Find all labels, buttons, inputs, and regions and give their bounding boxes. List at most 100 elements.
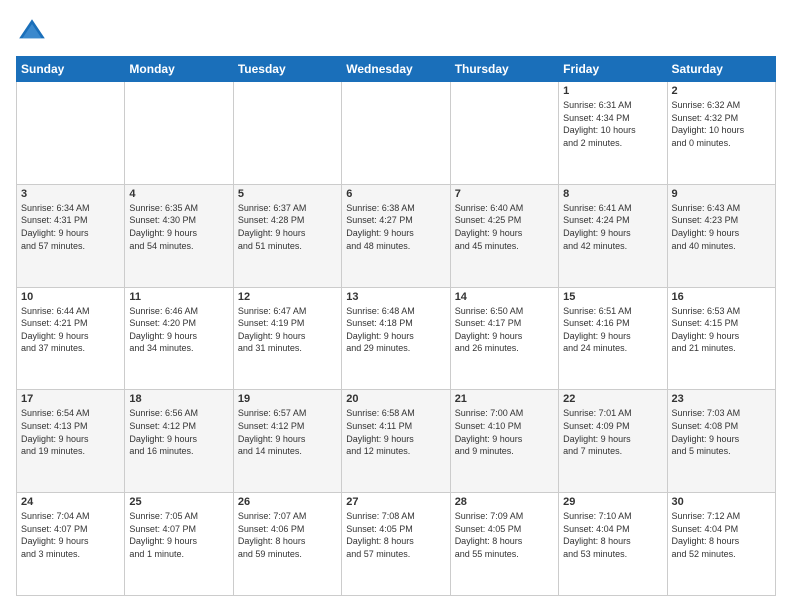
calendar-header-sunday: Sunday	[17, 57, 125, 82]
day-number: 6	[346, 188, 445, 200]
calendar-day: 1 Sunrise: 6:31 AM Sunset: 4:34 PM Daylig…	[559, 82, 667, 185]
day-number: 14	[455, 291, 554, 303]
logo	[16, 16, 52, 48]
day-info: Sunrise: 7:04 AM Sunset: 4:07 PM Dayligh…	[21, 510, 120, 560]
header	[16, 16, 776, 48]
day-number: 28	[455, 496, 554, 508]
calendar-week-5: 24 Sunrise: 7:04 AM Sunset: 4:07 PM Dayli…	[17, 493, 776, 596]
day-info: Sunrise: 7:05 AM Sunset: 4:07 PM Dayligh…	[129, 510, 228, 560]
calendar-day: 30Sunrise: 7:12 AM Sunset: 4:04 PM Dayli…	[667, 493, 775, 596]
day-number: 18	[129, 393, 228, 405]
day-number: 27	[346, 496, 445, 508]
day-info: Sunrise: 6:37 AM Sunset: 4:28 PM Dayligh…	[238, 202, 337, 252]
day-number: 10	[21, 291, 120, 303]
calendar-day: 22 Sunrise: 7:01 AM Sunset: 4:09 PM Dayli…	[559, 390, 667, 493]
day-number: 13	[346, 291, 445, 303]
day-info: Sunrise: 6:35 AM Sunset: 4:30 PM Dayligh…	[129, 202, 228, 252]
page: SundayMondayTuesdayWednesdayThursdayFrid…	[0, 0, 792, 612]
calendar-table: SundayMondayTuesdayWednesdayThursdayFrid…	[16, 56, 776, 596]
calendar-day: 19Sunrise: 6:57 AM Sunset: 4:12 PM Dayli…	[233, 390, 341, 493]
calendar-day: 3Sunrise: 6:34 AM Sunset: 4:31 PM Daylig…	[17, 184, 125, 287]
day-info: Sunrise: 6:57 AM Sunset: 4:12 PM Dayligh…	[238, 407, 337, 457]
calendar-day	[233, 82, 341, 185]
calendar-day: 20 Sunrise: 6:58 AM Sunset: 4:11 PM Dayli…	[342, 390, 450, 493]
day-info: Sunrise: 7:03 AM Sunset: 4:08 PM Dayligh…	[672, 407, 771, 457]
calendar-day: 8 Sunrise: 6:41 AM Sunset: 4:24 PM Daylig…	[559, 184, 667, 287]
calendar-day: 23 Sunrise: 7:03 AM Sunset: 4:08 PM Dayli…	[667, 390, 775, 493]
day-info: Sunrise: 6:31 AM Sunset: 4:34 PM Dayligh…	[563, 99, 662, 149]
day-number: 22	[563, 393, 662, 405]
day-number: 20	[346, 393, 445, 405]
day-number: 26	[238, 496, 337, 508]
day-info: Sunrise: 6:38 AM Sunset: 4:27 PM Dayligh…	[346, 202, 445, 252]
day-number: 12	[238, 291, 337, 303]
calendar-header-monday: Monday	[125, 57, 233, 82]
calendar-day: 2 Sunrise: 6:32 AM Sunset: 4:32 PM Daylig…	[667, 82, 775, 185]
calendar-day: 13 Sunrise: 6:48 AM Sunset: 4:18 PM Dayli…	[342, 287, 450, 390]
day-info: Sunrise: 6:44 AM Sunset: 4:21 PM Dayligh…	[21, 305, 120, 355]
calendar-day: 6 Sunrise: 6:38 AM Sunset: 4:27 PM Daylig…	[342, 184, 450, 287]
calendar-day: 28 Sunrise: 7:09 AM Sunset: 4:05 PM Dayli…	[450, 493, 558, 596]
calendar-day: 25 Sunrise: 7:05 AM Sunset: 4:07 PM Dayli…	[125, 493, 233, 596]
calendar-day: 7Sunrise: 6:40 AM Sunset: 4:25 PM Daylig…	[450, 184, 558, 287]
day-number: 1	[563, 85, 662, 97]
day-info: Sunrise: 6:32 AM Sunset: 4:32 PM Dayligh…	[672, 99, 771, 149]
day-info: Sunrise: 6:56 AM Sunset: 4:12 PM Dayligh…	[129, 407, 228, 457]
calendar-header-row: SundayMondayTuesdayWednesdayThursdayFrid…	[17, 57, 776, 82]
day-info: Sunrise: 6:48 AM Sunset: 4:18 PM Dayligh…	[346, 305, 445, 355]
calendar-day: 26Sunrise: 7:07 AM Sunset: 4:06 PM Dayli…	[233, 493, 341, 596]
calendar-day: 21Sunrise: 7:00 AM Sunset: 4:10 PM Dayli…	[450, 390, 558, 493]
logo-icon	[16, 16, 48, 48]
calendar-day: 17 Sunrise: 6:54 AM Sunset: 4:13 PM Dayli…	[17, 390, 125, 493]
calendar-day: 4 Sunrise: 6:35 AM Sunset: 4:30 PM Daylig…	[125, 184, 233, 287]
day-info: Sunrise: 7:01 AM Sunset: 4:09 PM Dayligh…	[563, 407, 662, 457]
day-info: Sunrise: 6:41 AM Sunset: 4:24 PM Dayligh…	[563, 202, 662, 252]
calendar-day: 14 Sunrise: 6:50 AM Sunset: 4:17 PM Dayli…	[450, 287, 558, 390]
day-number: 4	[129, 188, 228, 200]
calendar-day: 27 Sunrise: 7:08 AM Sunset: 4:05 PM Dayli…	[342, 493, 450, 596]
day-info: Sunrise: 6:53 AM Sunset: 4:15 PM Dayligh…	[672, 305, 771, 355]
day-number: 11	[129, 291, 228, 303]
calendar-day: 10 Sunrise: 6:44 AM Sunset: 4:21 PM Dayli…	[17, 287, 125, 390]
calendar-day: 16Sunrise: 6:53 AM Sunset: 4:15 PM Dayli…	[667, 287, 775, 390]
day-number: 25	[129, 496, 228, 508]
day-number: 8	[563, 188, 662, 200]
day-number: 30	[672, 496, 771, 508]
day-number: 15	[563, 291, 662, 303]
day-info: Sunrise: 6:51 AM Sunset: 4:16 PM Dayligh…	[563, 305, 662, 355]
calendar-header-wednesday: Wednesday	[342, 57, 450, 82]
day-number: 21	[455, 393, 554, 405]
calendar-day: 11 Sunrise: 6:46 AM Sunset: 4:20 PM Dayli…	[125, 287, 233, 390]
calendar-week-2: 3Sunrise: 6:34 AM Sunset: 4:31 PM Daylig…	[17, 184, 776, 287]
day-info: Sunrise: 6:43 AM Sunset: 4:23 PM Dayligh…	[672, 202, 771, 252]
day-info: Sunrise: 6:58 AM Sunset: 4:11 PM Dayligh…	[346, 407, 445, 457]
day-info: Sunrise: 6:40 AM Sunset: 4:25 PM Dayligh…	[455, 202, 554, 252]
calendar-day	[342, 82, 450, 185]
day-info: Sunrise: 7:08 AM Sunset: 4:05 PM Dayligh…	[346, 510, 445, 560]
day-number: 23	[672, 393, 771, 405]
day-info: Sunrise: 7:09 AM Sunset: 4:05 PM Dayligh…	[455, 510, 554, 560]
calendar-week-1: 1 Sunrise: 6:31 AM Sunset: 4:34 PM Daylig…	[17, 82, 776, 185]
day-info: Sunrise: 7:10 AM Sunset: 4:04 PM Dayligh…	[563, 510, 662, 560]
calendar-day: 15 Sunrise: 6:51 AM Sunset: 4:16 PM Dayli…	[559, 287, 667, 390]
day-number: 3	[21, 188, 120, 200]
calendar-day: 5 Sunrise: 6:37 AM Sunset: 4:28 PM Daylig…	[233, 184, 341, 287]
calendar-header-saturday: Saturday	[667, 57, 775, 82]
calendar-day: 24 Sunrise: 7:04 AM Sunset: 4:07 PM Dayli…	[17, 493, 125, 596]
calendar-week-3: 10 Sunrise: 6:44 AM Sunset: 4:21 PM Dayli…	[17, 287, 776, 390]
day-number: 17	[21, 393, 120, 405]
calendar-day: 18 Sunrise: 6:56 AM Sunset: 4:12 PM Dayli…	[125, 390, 233, 493]
day-info: Sunrise: 6:50 AM Sunset: 4:17 PM Dayligh…	[455, 305, 554, 355]
day-number: 24	[21, 496, 120, 508]
calendar-header-tuesday: Tuesday	[233, 57, 341, 82]
calendar-day: 12 Sunrise: 6:47 AM Sunset: 4:19 PM Dayli…	[233, 287, 341, 390]
day-number: 5	[238, 188, 337, 200]
day-info: Sunrise: 6:47 AM Sunset: 4:19 PM Dayligh…	[238, 305, 337, 355]
calendar-header-thursday: Thursday	[450, 57, 558, 82]
day-number: 2	[672, 85, 771, 97]
calendar-week-4: 17 Sunrise: 6:54 AM Sunset: 4:13 PM Dayli…	[17, 390, 776, 493]
day-info: Sunrise: 6:46 AM Sunset: 4:20 PM Dayligh…	[129, 305, 228, 355]
day-info: Sunrise: 6:54 AM Sunset: 4:13 PM Dayligh…	[21, 407, 120, 457]
calendar-day: 29Sunrise: 7:10 AM Sunset: 4:04 PM Dayli…	[559, 493, 667, 596]
calendar-day	[450, 82, 558, 185]
